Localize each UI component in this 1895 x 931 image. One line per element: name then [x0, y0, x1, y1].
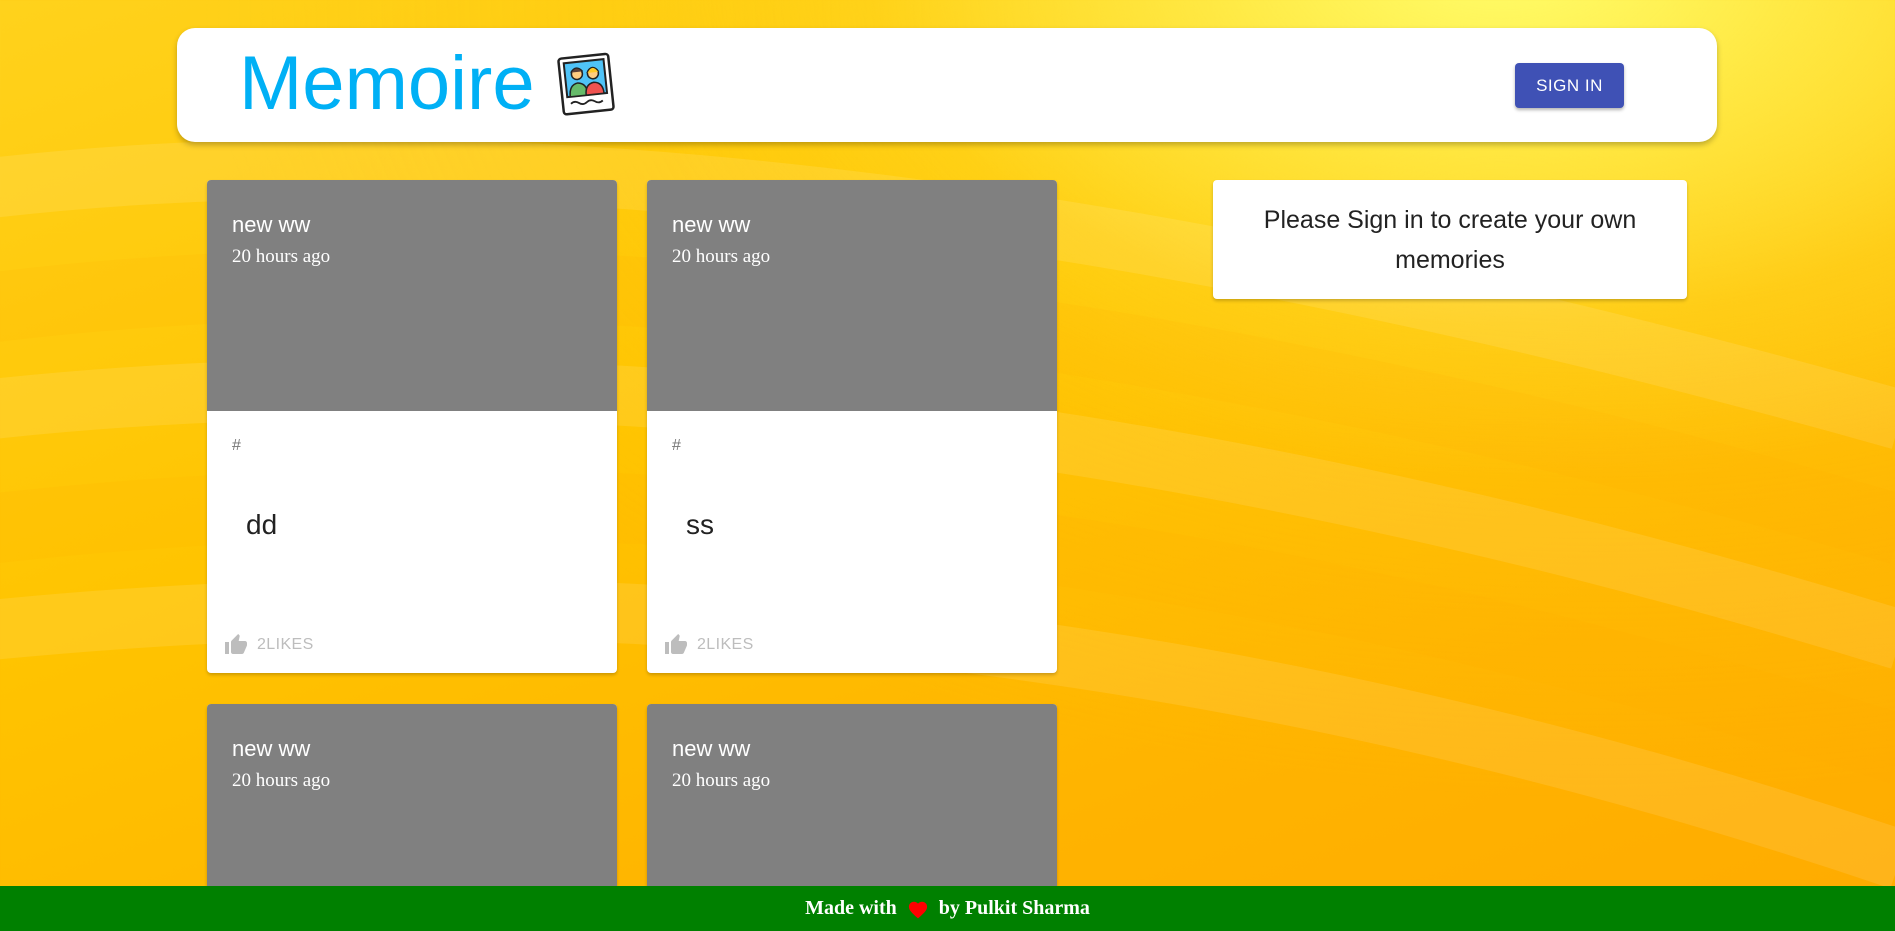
like-button[interactable]: 2LIKES	[224, 633, 314, 657]
sign-in-notice: Please Sign in to create your own memori…	[1213, 180, 1687, 299]
sign-in-button[interactable]: SIGN IN	[1515, 63, 1624, 108]
like-count: 2LIKES	[697, 636, 754, 653]
post-time: 20 hours ago	[672, 246, 771, 267]
heart-icon	[908, 901, 927, 918]
post-image: new ww 20 hours ago	[647, 180, 1057, 411]
app-title: Memoire	[239, 41, 535, 126]
thumb-up-icon	[665, 634, 687, 654]
post-tags: #	[672, 437, 681, 454]
notice-text: Please Sign in to create your own memori…	[1263, 205, 1637, 274]
post-time: 20 hours ago	[232, 770, 331, 791]
post-image: new ww 20 hours ago	[207, 180, 617, 411]
post-title: new ww	[672, 736, 751, 761]
post-body: # dd 2LIKES	[207, 411, 617, 673]
footer-suffix: by Pulkit Sharma	[938, 897, 1090, 919]
post-tags: #	[232, 437, 241, 454]
like-button[interactable]: 2LIKES	[664, 633, 754, 657]
post-title: new ww	[232, 736, 311, 761]
post-time: 20 hours ago	[672, 770, 771, 791]
footer: Made with by Pulkit Sharma	[0, 886, 1895, 931]
thumb-up-icon	[225, 634, 247, 654]
post-card[interactable]: new ww 20 hours ago # ss 2LIKES	[647, 180, 1057, 673]
like-count: 2LIKES	[257, 636, 314, 653]
post-title: new ww	[672, 212, 751, 237]
post-title: new ww	[232, 212, 311, 237]
app-header: Memoire SIGN IN	[177, 28, 1717, 142]
post-message: ss	[686, 509, 714, 540]
post-message: dd	[246, 509, 278, 540]
post-card[interactable]: new ww 20 hours ago # dd 2LIKES	[207, 180, 617, 673]
post-time: 20 hours ago	[232, 246, 331, 267]
footer-prefix: Made with	[805, 897, 897, 919]
photo-frame-icon	[556, 52, 615, 116]
post-body: # ss 2LIKES	[647, 411, 1057, 673]
brand[interactable]: Memoire	[239, 46, 619, 122]
